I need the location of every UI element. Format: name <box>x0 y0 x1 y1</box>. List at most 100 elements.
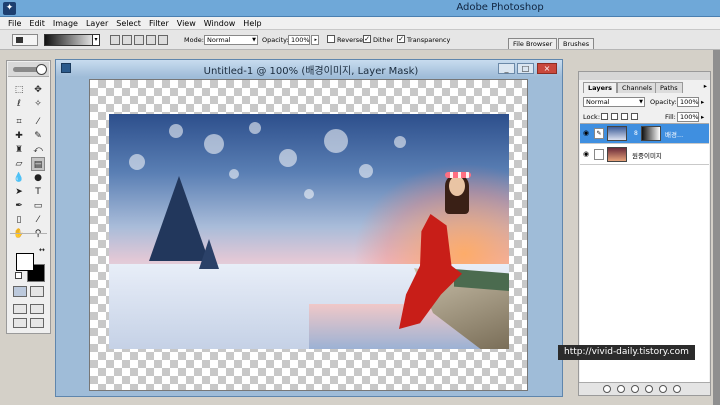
lock-all-icon[interactable] <box>631 113 638 120</box>
clone-stamp-tool-icon[interactable]: ♜ <box>12 143 26 157</box>
type-tool-icon[interactable]: T <box>31 185 45 199</box>
add-mask-icon[interactable] <box>617 385 625 393</box>
zoom-tool-icon[interactable]: ⚲ <box>31 227 45 241</box>
tab-paths[interactable]: Paths <box>655 82 683 93</box>
shape-tool-icon[interactable]: ▭ <box>31 199 45 213</box>
tool-separator <box>10 233 47 234</box>
reverse-label: Reverse <box>337 36 364 44</box>
jump-to-imageready-button[interactable] <box>30 318 44 328</box>
crop-tool-icon[interactable]: ⌗ <box>12 115 26 129</box>
file-browser-tab[interactable]: File Browser <box>508 38 558 49</box>
new-layer-icon[interactable] <box>659 385 667 393</box>
path-select-tool-icon[interactable]: ➤ <box>12 185 26 199</box>
bokeh-light <box>249 122 261 134</box>
chain-link-icon[interactable]: 8 <box>634 126 640 141</box>
eye-icon[interactable]: ◉ <box>583 151 591 158</box>
brush-icon[interactable]: ✎ <box>594 128 604 139</box>
dodge-tool-icon[interactable]: ● <box>31 171 45 185</box>
tab-channels[interactable]: Channels <box>617 82 658 93</box>
tab-layers[interactable]: Layers <box>583 82 618 93</box>
gradient-dropdown-arrow[interactable]: ▾ <box>92 34 100 46</box>
lock-position-icon[interactable] <box>621 113 628 120</box>
menu-filter[interactable]: Filter <box>145 17 173 29</box>
lock-transparency-icon[interactable] <box>601 113 608 120</box>
diamond-gradient-button[interactable] <box>158 35 168 45</box>
layer-row-original-image[interactable]: ◉ 원중이미지 <box>580 145 709 165</box>
fill-field[interactable]: 100% <box>677 112 699 122</box>
eraser-tool-icon[interactable]: ▱ <box>12 157 26 171</box>
notes-tool-icon[interactable]: ▯ <box>12 213 26 227</box>
bokeh-light <box>279 149 297 167</box>
foreground-color-swatch[interactable] <box>16 253 34 271</box>
reflected-gradient-button[interactable] <box>146 35 156 45</box>
brushes-tab[interactable]: Brushes <box>558 38 595 49</box>
transparency-label: Transparency <box>407 36 451 44</box>
mode-select[interactable]: Normal ▼ <box>204 35 258 45</box>
maximize-button[interactable]: □ <box>517 63 534 74</box>
close-button[interactable]: × <box>537 63 557 74</box>
menu-edit[interactable]: Edit <box>25 17 49 29</box>
layer-row-background-image[interactable]: ◉ ✎ 8 배경... <box>580 124 709 144</box>
default-colors-icon[interactable] <box>15 272 22 279</box>
move-tool-icon[interactable]: ✥ <box>31 83 45 97</box>
adjustment-layer-icon[interactable] <box>645 385 653 393</box>
trash-icon[interactable] <box>673 385 681 393</box>
menu-window[interactable]: Window <box>200 17 240 29</box>
eyedropper-tool-icon[interactable]: ⁄ <box>31 213 45 227</box>
menu-bar: File Edit Image Layer Select Filter View Window… <box>0 17 720 30</box>
bokeh-light <box>359 164 373 178</box>
palette-header[interactable] <box>579 72 710 80</box>
history-brush-tool-icon[interactable]: ⤺ <box>31 143 45 157</box>
tool-preset-picker[interactable] <box>12 34 38 46</box>
blend-mode-select[interactable]: Normal ▼ <box>583 97 645 107</box>
mode-value: Normal <box>207 36 231 44</box>
bokeh-light <box>169 124 183 138</box>
link-box[interactable] <box>594 149 604 160</box>
pen-tool-icon[interactable]: ✒ <box>12 199 26 213</box>
brush-tool-icon[interactable]: ✎ <box>31 129 45 143</box>
hand-tool-icon[interactable]: ✋ <box>12 227 26 241</box>
chevron-right-icon[interactable]: ▸ <box>701 113 704 121</box>
lock-image-icon[interactable] <box>611 113 618 120</box>
palette-menu-icon[interactable]: ▸ <box>704 82 707 90</box>
opacity-field[interactable]: 100% <box>288 35 310 45</box>
menu-image[interactable]: Image <box>49 17 82 29</box>
eye-icon[interactable]: ◉ <box>583 130 591 137</box>
canvas[interactable] <box>89 79 528 391</box>
minimize-button[interactable]: _ <box>498 63 515 74</box>
document-titlebar[interactable]: Untitled-1 @ 100% (배경이미지, Layer Mask) _ … <box>56 60 562 77</box>
opacity-arrow-button[interactable]: ▸ <box>311 35 319 45</box>
swap-colors-icon[interactable]: ↔ <box>39 246 46 254</box>
screen-mode-full-button[interactable] <box>13 318 27 328</box>
radial-gradient-button[interactable] <box>122 35 132 45</box>
screen-mode-full-menu-button[interactable] <box>30 304 44 314</box>
menu-select[interactable]: Select <box>112 17 145 29</box>
layer-opacity-field[interactable]: 100% <box>677 97 699 107</box>
menu-help[interactable]: Help <box>239 17 265 29</box>
layer-style-icon[interactable] <box>603 385 611 393</box>
reverse-checkbox[interactable] <box>327 35 335 43</box>
screen-mode-standard-button[interactable] <box>13 304 27 314</box>
menu-view[interactable]: View <box>173 17 200 29</box>
standard-mode-button[interactable] <box>13 286 27 297</box>
chevron-right-icon[interactable]: ▸ <box>701 98 704 106</box>
blur-tool-icon[interactable]: 💧 <box>12 171 26 185</box>
layer-mask-thumbnail[interactable] <box>641 126 661 141</box>
magic-wand-tool-icon[interactable]: ✧ <box>31 97 45 111</box>
menu-file[interactable]: File <box>0 17 25 29</box>
dither-checkbox[interactable]: ✓ <box>363 35 371 43</box>
menu-layer[interactable]: Layer <box>82 17 112 29</box>
composite-image[interactable] <box>109 114 509 349</box>
new-set-icon[interactable] <box>631 385 639 393</box>
slice-tool-icon[interactable]: ⁄ <box>31 115 45 129</box>
quick-mask-button[interactable] <box>30 286 44 297</box>
gradient-tool-icon[interactable]: ▤ <box>31 157 45 171</box>
marquee-tool-icon[interactable]: ⬚ <box>12 83 26 97</box>
toolbox-header[interactable] <box>8 62 49 77</box>
tool-options-bar: ▾ Mode: Normal ▼ Opacity: 100% ▸ Reverse … <box>0 30 720 50</box>
transparency-checkbox[interactable]: ✓ <box>397 35 405 43</box>
healing-tool-icon[interactable]: ✚ <box>12 129 26 143</box>
angle-gradient-button[interactable] <box>134 35 144 45</box>
linear-gradient-button[interactable] <box>110 35 120 45</box>
lasso-tool-icon[interactable]: ℓ <box>12 97 26 111</box>
